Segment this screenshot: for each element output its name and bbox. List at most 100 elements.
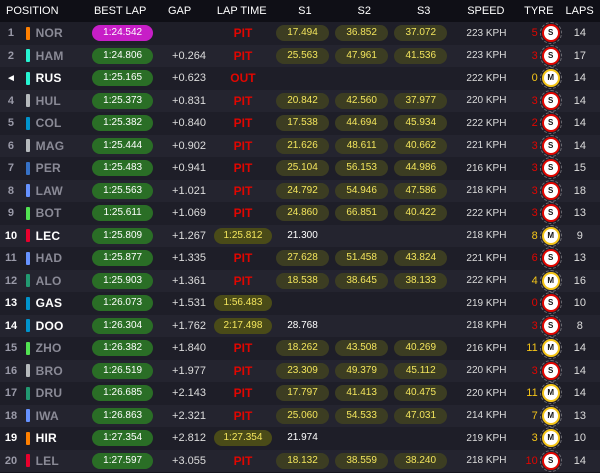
driver-code[interactable]: ALO [36, 274, 93, 288]
laps-count: 18 [573, 184, 586, 197]
team-color-bar [25, 116, 30, 130]
sector-s2: 66.851 [335, 205, 389, 222]
tyre-age: 3 [531, 139, 538, 152]
best-lap-time: 1:25.165 [92, 70, 153, 87]
soft-tyre-icon: S [539, 157, 562, 180]
tyre-compound: S [539, 157, 562, 180]
speed-value: 218 KPH [466, 320, 507, 332]
table-row[interactable]: ◄ RUS 1:25.165 +0.623 OUT 222 KPH 0 M 14 [0, 67, 600, 90]
speed-value: 218 KPH [466, 455, 507, 467]
driver-code[interactable]: HAM [36, 49, 93, 63]
lap-time-value: PIT [233, 48, 253, 63]
position-number: 1 [7, 27, 15, 40]
table-row[interactable]: 10 LEC 1:25.809 +1.267 1:25.812 21.300 218 KPH… [0, 224, 600, 247]
table-row[interactable]: 12 ALO 1:25.903 +1.361 PIT 18.538 38.645 38.133… [0, 269, 600, 292]
driver-code[interactable]: IWA [36, 409, 93, 423]
sector-s2: 54.533 [335, 407, 389, 424]
table-row[interactable]: 9 BOT 1:25.611 +1.069 PIT 24.860 66.851 40.422 2… [0, 202, 600, 225]
laps-count: 8 [576, 319, 583, 332]
sector-s3: 40.269 [394, 340, 448, 357]
sector-s1: 17.538 [275, 115, 330, 132]
driver-code[interactable]: LEL [36, 454, 93, 468]
driver-code[interactable]: COL [36, 116, 93, 130]
driver-code[interactable]: LAW [36, 184, 93, 198]
speed-value: 220 KPH [466, 387, 507, 399]
header-s1: S1 [298, 5, 312, 17]
table-row[interactable]: 5 COL 1:25.382 +0.840 PIT 17.538 44.694 45.934 2… [0, 112, 600, 135]
tyre-compound: M [539, 404, 562, 427]
driver-code[interactable]: DOO [36, 319, 93, 333]
gap-value: +2.143 [172, 387, 206, 400]
lap-time-value: PIT [233, 93, 253, 108]
laps-count: 15 [573, 162, 586, 175]
laps-count: 14 [573, 342, 586, 355]
table-row[interactable]: 14 DOO 1:26.304 +1.762 2:17.498 28.768 218 KPH… [0, 314, 600, 337]
driver-code[interactable]: PER [36, 161, 93, 175]
sector-s1: 21.974 [287, 432, 318, 444]
tyre-compound: S [539, 449, 562, 472]
table-row[interactable]: 17 DRU 1:26.685 +2.143 PIT 17.797 41.413 40.475… [0, 382, 600, 405]
driver-code[interactable]: NOR [36, 26, 93, 40]
table-row[interactable]: 19 HIR 1:27.354 +2.812 1:27.354 21.974 219 KPH… [0, 427, 600, 450]
team-color-bar [25, 139, 30, 153]
laps-count: 14 [573, 27, 586, 40]
sector-s2: 36.852 [335, 25, 389, 42]
tyre-compound: M [539, 224, 562, 247]
lap-time-value: 1:56.483 [213, 295, 272, 312]
medium-tyre-icon: M [539, 224, 562, 247]
driver-code[interactable]: MAG [36, 139, 93, 153]
medium-tyre-icon: M [539, 67, 562, 90]
speed-value: 222 KPH [466, 117, 507, 129]
lap-time-cell: PIT [210, 161, 276, 175]
driver-code[interactable]: LEC [36, 229, 93, 243]
table-row[interactable]: 20 LEL 1:27.597 +3.055 PIT 18.132 38.559 38.240… [0, 449, 600, 472]
sector-s3 [394, 295, 447, 311]
driver-code[interactable]: BRO [36, 364, 93, 378]
driver-code[interactable]: RUS [36, 71, 93, 85]
laps-count: 14 [573, 117, 586, 130]
lap-time-value: 1:25.812 [213, 227, 272, 244]
best-lap-time: 1:26.073 [92, 295, 153, 312]
table-row[interactable]: 16 BRO 1:26.519 +1.977 PIT 23.309 49.379 45.112… [0, 359, 600, 382]
lap-time-value: PIT [233, 273, 253, 288]
sector-s3: 45.934 [394, 115, 448, 132]
speed-value: 219 KPH [466, 432, 507, 444]
table-row[interactable]: 7 PER 1:25.483 +0.941 PIT 25.104 56.153 44.986 2… [0, 157, 600, 180]
table-row[interactable]: 4 HUL 1:25.373 +0.831 PIT 20.842 42.560 37.977 2… [0, 89, 600, 112]
table-row[interactable]: 8 LAW 1:25.563 +1.021 PIT 24.792 54.946 47.586 2… [0, 179, 600, 202]
gap-value: +0.264 [172, 49, 206, 62]
driver-code[interactable]: HAD [36, 251, 93, 265]
position-number: 18 [4, 409, 18, 422]
sector-s2: 43.508 [335, 340, 389, 357]
gap-value: +0.623 [172, 72, 206, 85]
table-row[interactable]: 6 MAG 1:25.444 +0.902 PIT 21.626 48.611 40.662 2… [0, 134, 600, 157]
gap-value: +1.361 [172, 274, 206, 287]
speed-value: 216 KPH [466, 162, 507, 174]
lap-time-cell: PIT [210, 386, 276, 400]
tyre-compound: S [539, 134, 562, 157]
position-number: 19 [4, 432, 18, 445]
table-row[interactable]: 15 ZHO 1:26.382 +1.840 PIT 18.262 43.508 40.269… [0, 337, 600, 360]
tyre-age: 0 [531, 72, 538, 85]
lap-time-value: PIT [233, 116, 253, 131]
driver-code[interactable]: HUL [36, 94, 93, 108]
sector-s1: 21.626 [275, 137, 330, 154]
table-row[interactable]: 11 HAD 1:25.877 +1.335 PIT 27.628 51.458 43.824… [0, 247, 600, 270]
timing-header: POSITION BEST LAP GAP LAP TIME S1 S2 S3 … [0, 0, 600, 22]
tyre-compound: S [539, 292, 562, 315]
table-row[interactable]: 18 IWA 1:26.863 +2.321 PIT 25.060 54.533 47.031… [0, 404, 600, 427]
medium-tyre-icon: M [539, 427, 562, 450]
table-row[interactable]: 13 GAS 1:26.073 +1.531 1:56.483 219 KPH 0 S 10 [0, 292, 600, 315]
driver-code[interactable]: DRU [36, 386, 93, 400]
table-row[interactable]: 2 HAM 1:24.806 +0.264 PIT 25.563 47.961 41.536 2… [0, 44, 600, 67]
driver-code[interactable]: ZHO [36, 341, 93, 355]
driver-code[interactable]: HIR [36, 431, 93, 445]
sector-s1: 18.132 [275, 452, 330, 469]
driver-code[interactable]: BOT [36, 206, 93, 220]
soft-tyre-icon: S [539, 292, 562, 315]
lap-time-value: 1:27.354 [213, 430, 272, 447]
driver-code[interactable]: GAS [36, 296, 93, 310]
best-lap-time: 1:25.382 [92, 115, 153, 132]
tyre-age: 0 [531, 297, 538, 310]
table-row[interactable]: 1 NOR 1:24.542 PIT 17.494 36.852 37.072 223 KPH… [0, 22, 600, 45]
